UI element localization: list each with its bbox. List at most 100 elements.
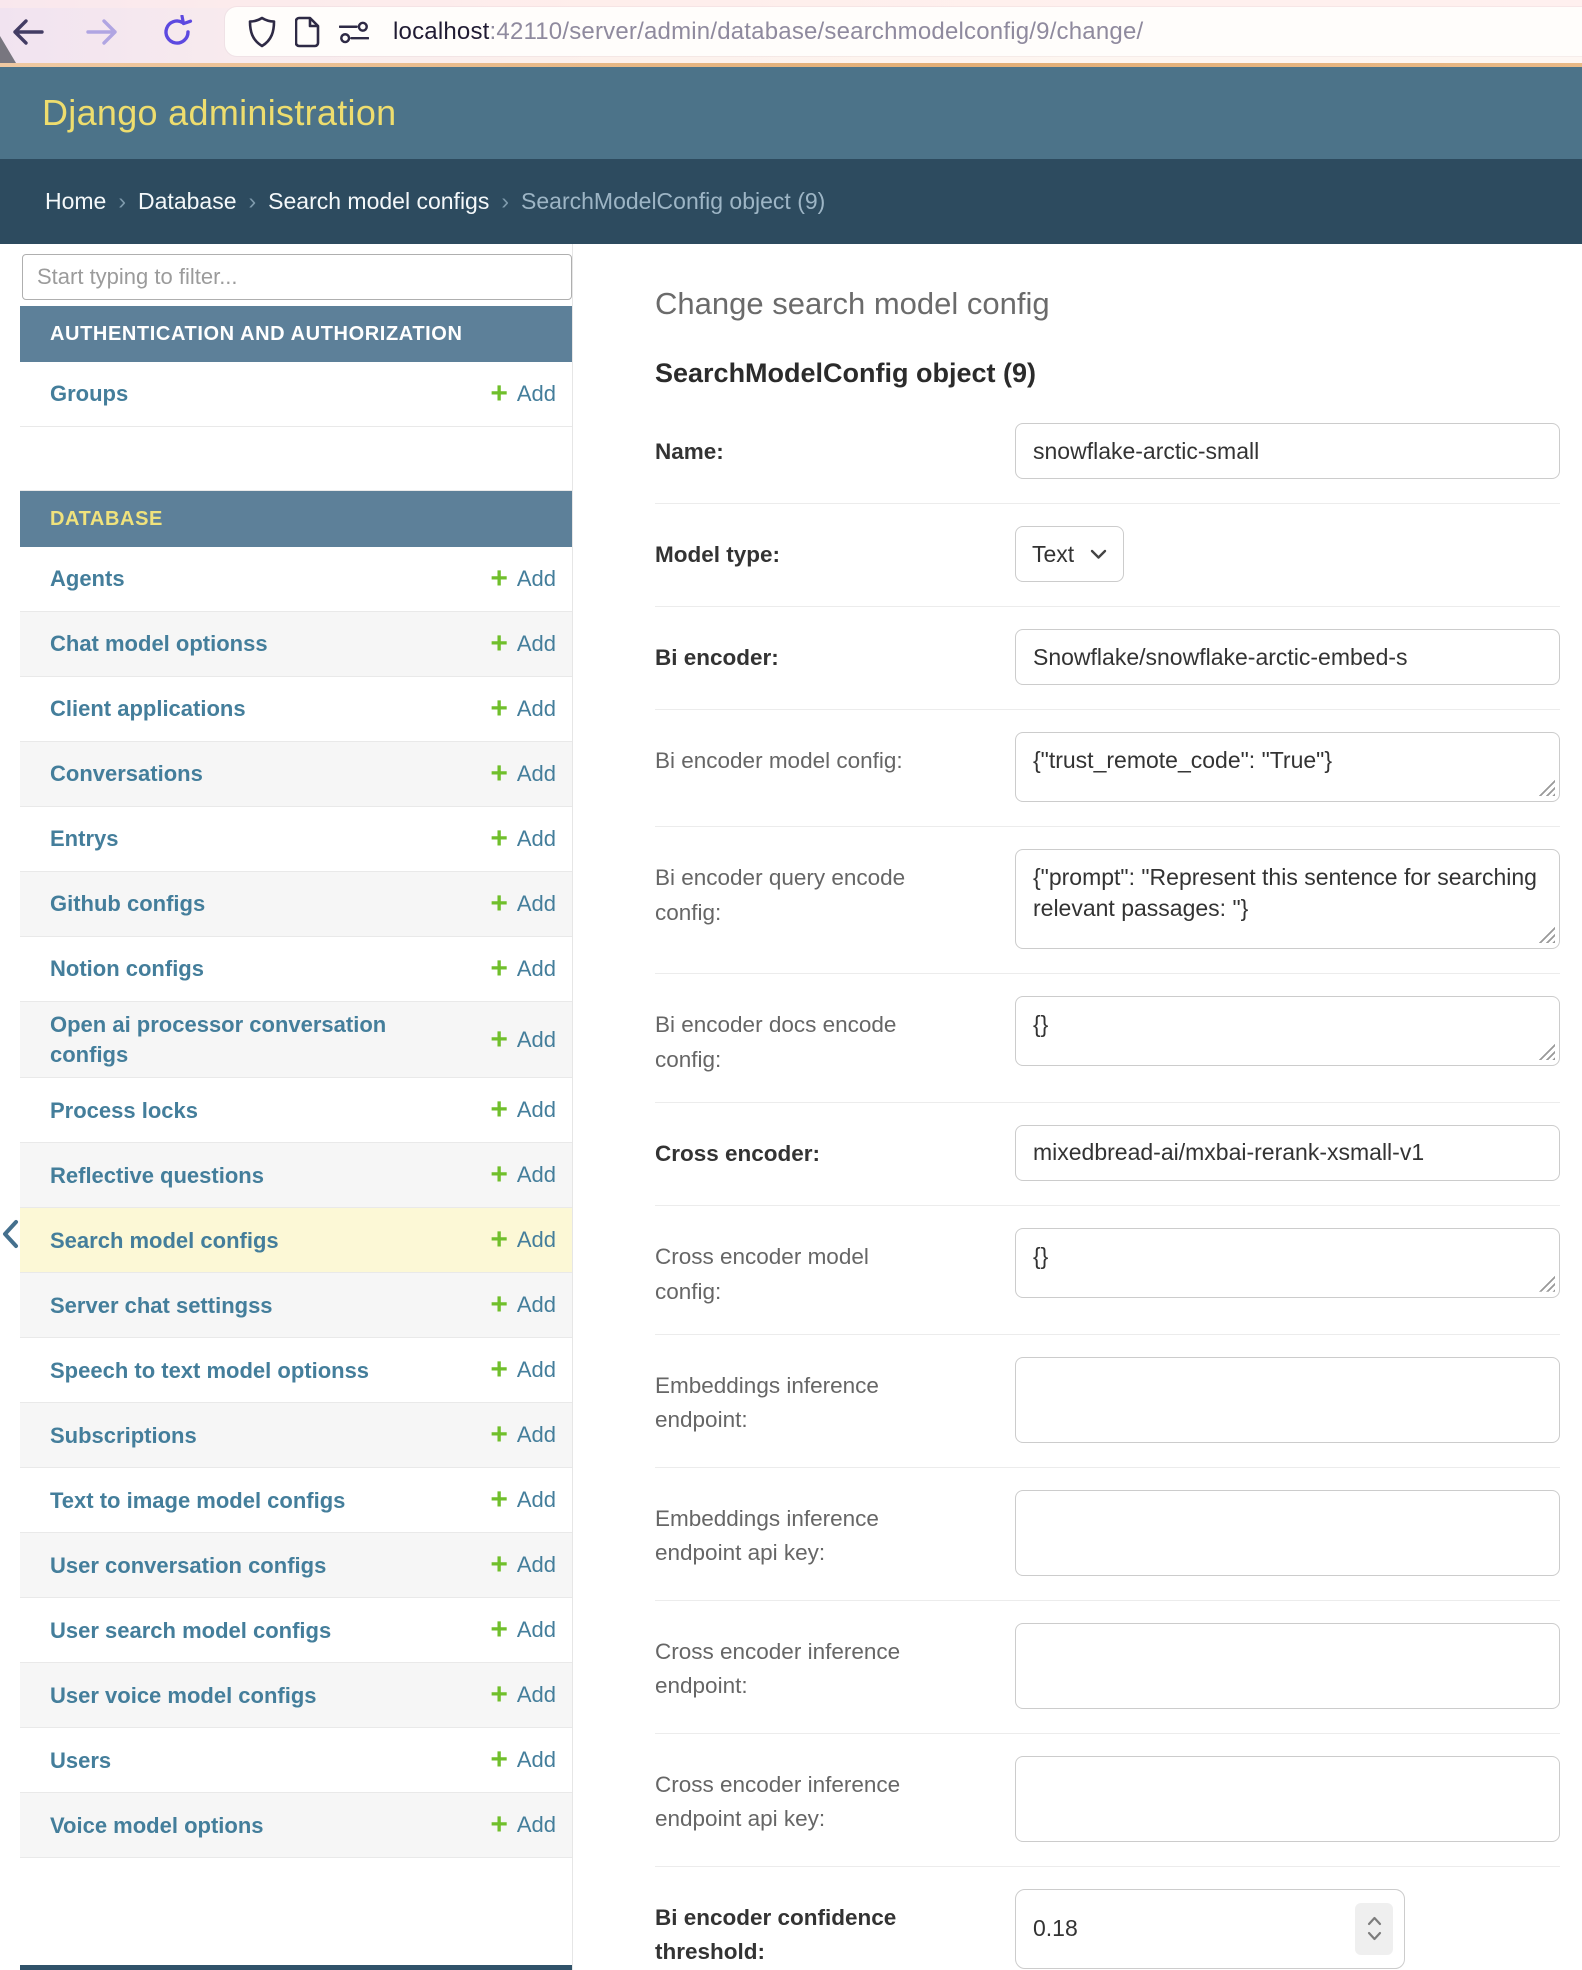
add-label: Add	[517, 1162, 556, 1188]
add-link-github-configs[interactable]: +Add	[490, 891, 556, 917]
browser-back-button[interactable]	[6, 10, 50, 54]
sidebar-item-chat-model-optionss[interactable]: Chat model optionss	[50, 629, 268, 659]
field-textarea-bi-encoder-query-encode-config[interactable]	[1015, 849, 1560, 949]
field-control-bi-encoder-confidence-threshold	[1015, 1889, 1560, 1970]
breadcrumb-separator: ›	[501, 188, 509, 215]
browser-reload-button[interactable]	[155, 10, 199, 54]
field-label-bi-encoder-query-encode-config: Bi encoder query encode config:	[655, 849, 935, 949]
main-content: Change search model config SearchModelCo…	[573, 244, 1582, 1970]
field-select-model-type[interactable]: Text	[1015, 526, 1124, 582]
sidebar-item-open-ai-processor-conversation-configs[interactable]: Open ai processor conversation configs	[50, 1010, 405, 1069]
field-input-embeddings-inference-endpoint[interactable]	[1015, 1357, 1560, 1443]
add-link-conversations[interactable]: +Add	[490, 761, 556, 787]
sidebar-row-subscriptions: Subscriptions +Add	[20, 1403, 572, 1468]
field-label-bi-encoder: Bi encoder:	[655, 629, 935, 685]
sidebar-item-conversations[interactable]: Conversations	[50, 759, 203, 789]
add-link-groups[interactable]: +Add	[490, 381, 556, 407]
sidebar-item-user-conversation-configs[interactable]: User conversation configs	[50, 1551, 326, 1581]
sidebar-item-text-to-image-model-configs[interactable]: Text to image model configs	[50, 1486, 345, 1516]
add-link-open-ai-processor-conversation-configs[interactable]: +Add	[490, 1027, 556, 1053]
sidebar-item-subscriptions[interactable]: Subscriptions	[50, 1421, 197, 1451]
spinner-down-icon[interactable]	[1367, 1931, 1382, 1941]
plus-icon: +	[490, 1555, 508, 1575]
add-link-agents[interactable]: +Add	[490, 566, 556, 592]
add-link-process-locks[interactable]: +Add	[490, 1097, 556, 1123]
breadcrumb-home[interactable]: Home	[45, 188, 106, 215]
sidebar-item-speech-to-text-model-optionss[interactable]: Speech to text model optionss	[50, 1356, 369, 1386]
add-link-subscriptions[interactable]: +Add	[490, 1422, 556, 1448]
add-link-notion-configs[interactable]: +Add	[490, 956, 556, 982]
sidebar-row-user-search-model-configs: User search model configs +Add	[20, 1598, 572, 1663]
add-link-search-model-configs[interactable]: +Add	[490, 1227, 556, 1253]
plus-icon: +	[490, 1685, 508, 1705]
sidebar-collapse-toggle[interactable]	[0, 1216, 26, 1252]
field-control-cross-encoder-inference-endpoint	[1015, 1623, 1560, 1709]
field-input-name[interactable]	[1015, 423, 1560, 479]
breadcrumb-database[interactable]: Database	[138, 188, 236, 215]
sidebar-filter-input[interactable]	[22, 254, 572, 300]
page-info-icon[interactable]	[293, 15, 323, 49]
breadcrumb-separator: ›	[249, 188, 257, 215]
sidebar-item-notion-configs[interactable]: Notion configs	[50, 954, 204, 984]
add-link-user-search-model-configs[interactable]: +Add	[490, 1617, 556, 1643]
sidebar-item-process-locks[interactable]: Process locks	[50, 1096, 198, 1126]
url-bar[interactable]: localhost:42110/server/admin/database/se…	[225, 7, 1582, 56]
add-label: Add	[517, 1812, 556, 1838]
sidebar-item-server-chat-settingss[interactable]: Server chat settingss	[50, 1291, 273, 1321]
site-title-link[interactable]: Django administration	[42, 92, 397, 134]
form-row-name: Name:	[655, 401, 1560, 504]
browser-forward-button[interactable]	[80, 10, 124, 54]
field-control-bi-encoder	[1015, 629, 1560, 685]
field-number-bi-encoder-confidence-threshold[interactable]	[1015, 1889, 1405, 1969]
add-link-chat-model-optionss[interactable]: +Add	[490, 631, 556, 657]
field-textarea-bi-encoder-model-config[interactable]	[1015, 732, 1560, 802]
sidebar-item-github-configs[interactable]: Github configs	[50, 889, 205, 919]
field-input-bi-encoder[interactable]	[1015, 629, 1560, 685]
add-link-text-to-image-model-configs[interactable]: +Add	[490, 1487, 556, 1513]
sidebar-item-entrys[interactable]: Entrys	[50, 824, 118, 854]
sidebar-item-client-applications[interactable]: Client applications	[50, 694, 246, 724]
plus-icon: +	[490, 1165, 508, 1185]
sidebar-item-search-model-configs[interactable]: Search model configs	[50, 1226, 279, 1256]
field-textarea-bi-encoder-docs-encode-config[interactable]	[1015, 996, 1560, 1066]
add-link-entrys[interactable]: +Add	[490, 826, 556, 852]
add-link-server-chat-settingss[interactable]: +Add	[490, 1292, 556, 1318]
sidebar-row-open-ai-processor-conversation-configs: Open ai processor conversation configs +A…	[20, 1002, 572, 1078]
textarea-wrap-cross-encoder-model-config	[1015, 1228, 1560, 1298]
plus-icon: +	[490, 764, 508, 784]
field-input-cross-encoder[interactable]	[1015, 1125, 1560, 1181]
add-link-users[interactable]: +Add	[490, 1747, 556, 1773]
add-link-user-voice-model-configs[interactable]: +Add	[490, 1682, 556, 1708]
plus-icon: +	[490, 1620, 508, 1640]
field-label-cross-encoder: Cross encoder:	[655, 1125, 935, 1181]
add-link-user-conversation-configs[interactable]: +Add	[490, 1552, 556, 1578]
plus-icon: +	[490, 1295, 508, 1315]
field-input-cross-encoder-inference-endpoint-api-key[interactable]	[1015, 1756, 1560, 1842]
sidebar-item-voice-model-options[interactable]: Voice model options	[50, 1811, 264, 1841]
number-spinner[interactable]	[1355, 1903, 1393, 1955]
sidebar-row-server-chat-settingss: Server chat settingss +Add	[20, 1273, 572, 1338]
sidebar-empty-row	[20, 427, 572, 491]
field-input-embeddings-inference-endpoint-api-key[interactable]	[1015, 1490, 1560, 1576]
add-link-reflective-questions[interactable]: + Add	[490, 1162, 556, 1188]
add-link-client-applications[interactable]: +Add	[490, 696, 556, 722]
sidebar-item-user-search-model-configs[interactable]: User search model configs	[50, 1616, 331, 1646]
plus-icon: +	[490, 1030, 508, 1050]
plus-icon: +	[490, 1360, 508, 1380]
add-link-voice-model-options[interactable]: +Add	[490, 1812, 556, 1838]
spinner-up-icon[interactable]	[1367, 1916, 1382, 1926]
permissions-sliders-icon[interactable]	[339, 15, 369, 49]
sidebar-item-user-voice-model-configs[interactable]: User voice model configs	[50, 1681, 317, 1711]
sidebar-item-users[interactable]: Users	[50, 1746, 111, 1776]
sidebar-item-groups[interactable]: Groups	[50, 379, 128, 409]
sidebar-item-agents[interactable]: Agents	[50, 564, 125, 594]
field-control-bi-encoder-docs-encode-config	[1015, 996, 1560, 1078]
shield-icon[interactable]	[247, 15, 277, 49]
add-link-speech-to-text-model-optionss[interactable]: +Add	[490, 1357, 556, 1383]
sidebar-item-reflective-questions[interactable]: Reflective questions	[50, 1161, 264, 1191]
breadcrumb-search-model-configs[interactable]: Search model configs	[268, 188, 489, 215]
add-label: Add	[517, 1487, 556, 1513]
browser-toolbar: localhost:42110/server/admin/database/se…	[0, 0, 1582, 63]
field-textarea-cross-encoder-model-config[interactable]	[1015, 1228, 1560, 1298]
field-input-cross-encoder-inference-endpoint[interactable]	[1015, 1623, 1560, 1709]
